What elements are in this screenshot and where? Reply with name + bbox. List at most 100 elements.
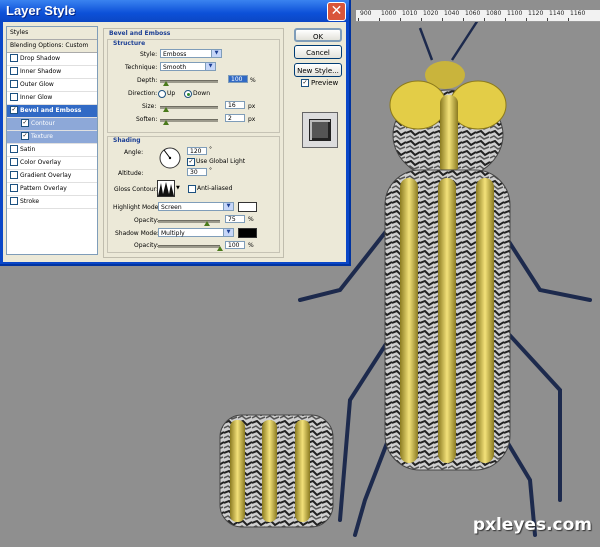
direction-down-label: Down (193, 90, 211, 97)
structure-group: Structure Style: Emboss ▼ Technique: Smoo… (107, 39, 280, 133)
global-light-checkbox[interactable]: ✓ (187, 158, 195, 166)
depth-slider-thumb[interactable] (163, 81, 169, 86)
shadow-opacity-thumb[interactable] (217, 246, 223, 251)
style-checkbox[interactable] (10, 92, 18, 101)
angle-label: Angle: (124, 149, 144, 156)
ruler-tick (463, 18, 464, 21)
angle-input[interactable]: 120 (187, 147, 207, 155)
highlight-color-swatch[interactable] (238, 202, 257, 212)
styles-list: Styles Blending Options: Custom Drop Shado… (6, 26, 98, 255)
styles-list-item-label: Inner Glow (20, 94, 53, 101)
size-input[interactable]: 16 (225, 101, 245, 109)
styles-list-item-label: Contour (31, 120, 55, 127)
style-checkbox[interactable] (10, 66, 18, 75)
styles-list-item[interactable]: Gradient Overlay (7, 170, 97, 183)
ruler-tick (400, 18, 401, 21)
shadow-mode-select[interactable]: Multiply ▼ (158, 228, 234, 237)
shading-group: Shading Angle: 120 ° ✓ Use Global Light … (107, 136, 280, 253)
ruler-tick (484, 18, 485, 21)
styles-list-item[interactable]: ✓ Contour (7, 118, 97, 131)
gloss-contour-icon[interactable] (157, 180, 175, 197)
preview-checkbox[interactable]: ✓ (301, 79, 309, 87)
chevron-down-icon: ▼ (223, 203, 233, 210)
direction-down-radio[interactable] (184, 90, 192, 98)
ok-button[interactable]: OK (294, 28, 342, 42)
shadow-opacity-unit: % (248, 242, 254, 249)
technique-value: Smooth (163, 64, 187, 71)
style-checkbox[interactable]: ✓ (21, 118, 29, 127)
ruler-tick (421, 18, 422, 21)
new-style-button[interactable]: New Style... (294, 63, 342, 77)
styles-list-item[interactable]: Stroke (7, 196, 97, 209)
shading-title: Shading (113, 137, 141, 144)
highlight-opacity-input[interactable]: 75 (225, 215, 245, 223)
title-bar[interactable]: Layer Style ✕ (0, 0, 349, 22)
style-checkbox[interactable]: ✓ (21, 131, 29, 140)
altitude-input[interactable]: 30 (187, 168, 207, 176)
depth-unit: % (250, 77, 256, 84)
angle-dial-icon[interactable] (158, 146, 182, 170)
soften-slider-thumb[interactable] (163, 120, 169, 125)
highlight-mode-select[interactable]: Screen ▼ (158, 202, 234, 211)
styles-list-item[interactable]: Drop Shadow (7, 53, 97, 66)
direction-up-radio[interactable] (158, 90, 166, 98)
styles-list-item[interactable]: ✓ Texture (7, 131, 97, 144)
highlight-opacity-thumb[interactable] (204, 221, 210, 226)
style-checkbox[interactable]: ✓ (10, 105, 18, 114)
styles-list-item[interactable]: Pattern Overlay (7, 183, 97, 196)
styles-list-item[interactable]: Styles (7, 27, 97, 40)
antialiased-label: Anti-aliased (197, 185, 233, 192)
angle-degree: ° (209, 146, 212, 153)
antialiased-checkbox[interactable] (188, 185, 196, 193)
styles-list-item[interactable]: Inner Glow (7, 92, 97, 105)
ruler-tick (379, 18, 380, 21)
styles-list-item-label: Drop Shadow (20, 55, 61, 62)
style-select[interactable]: Emboss ▼ (160, 49, 222, 58)
horizontal-ruler: 900 1000 1010 1020 1040 1060 1080 1100 1120 1140 1… (356, 10, 600, 22)
ruler-tick (547, 18, 548, 21)
chevron-down-icon: ▼ (205, 63, 215, 70)
soften-unit: px (248, 116, 256, 123)
style-checkbox[interactable] (10, 183, 18, 192)
styles-list-item[interactable]: Satin (7, 144, 97, 157)
style-checkbox[interactable] (10, 53, 18, 62)
ruler-tick (505, 18, 506, 21)
watermark: pxleyes.com (472, 515, 592, 535)
styles-list-item[interactable]: ✓ Bevel and Emboss (7, 105, 97, 118)
styles-list-item-label: Gradient Overlay (20, 172, 72, 179)
preview-label: Preview (311, 79, 339, 87)
styles-list-item[interactable]: Outer Glow (7, 79, 97, 92)
beetle-neck (440, 95, 458, 175)
ruler-tick (526, 18, 527, 21)
style-checkbox[interactable] (10, 79, 18, 88)
styles-list-item[interactable]: Inner Shadow (7, 66, 97, 79)
styles-list-item[interactable]: Color Overlay (7, 157, 97, 170)
style-checkbox[interactable] (10, 170, 18, 179)
depth-input[interactable]: 100 (228, 75, 248, 83)
shadow-color-swatch[interactable] (238, 228, 257, 238)
shadow-opacity-slider[interactable] (158, 245, 220, 248)
gloss-contour-label: Gloss Contour: (114, 186, 159, 193)
ruler-tick-label: 1100 (507, 10, 523, 17)
size-slider-thumb[interactable] (163, 107, 169, 112)
styles-list-item-label: Color Overlay (20, 159, 61, 166)
section-title: Bevel and Emboss (109, 30, 171, 37)
shadow-opacity-input[interactable]: 100 (225, 241, 245, 249)
style-checkbox[interactable] (10, 157, 18, 166)
styles-list-item-label: Outer Glow (20, 81, 54, 88)
technique-select[interactable]: Smooth ▼ (160, 62, 216, 71)
close-button[interactable]: ✕ (327, 2, 346, 21)
style-checkbox[interactable] (10, 196, 18, 205)
soften-label: Soften: (136, 116, 158, 123)
soften-input[interactable]: 2 (225, 114, 245, 122)
structure-title: Structure (113, 40, 146, 47)
shadow-mode-label: Shadow Mode: (115, 230, 159, 237)
chevron-down-icon[interactable]: ▼ (176, 185, 180, 191)
styles-list-item[interactable]: Blending Options: Custom (7, 40, 97, 53)
cancel-button[interactable]: Cancel (294, 45, 342, 59)
bevel-emboss-panel: Bevel and Emboss Structure Style: Emboss… (103, 28, 284, 258)
highlight-opacity-slider[interactable] (158, 220, 220, 223)
style-checkbox[interactable] (10, 144, 18, 153)
highlight-opacity-label: Opacity: (134, 217, 159, 224)
ruler-tick-label: 1140 (549, 10, 565, 17)
